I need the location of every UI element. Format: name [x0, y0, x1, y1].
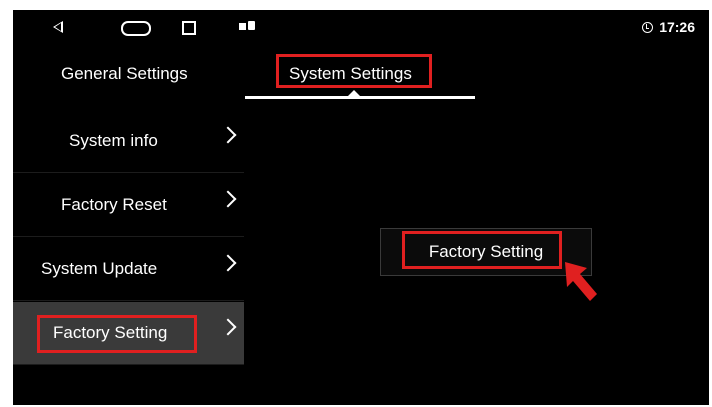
sidebar-item-factory-setting[interactable]: Factory Setting [13, 302, 244, 365]
chevron-right-icon [219, 254, 237, 272]
active-tab-notch [347, 90, 361, 97]
content-panel: Factory Setting [245, 110, 709, 405]
home-icon[interactable] [121, 21, 151, 36]
highlight-box-button [402, 231, 562, 269]
sidebar-item-factory-reset[interactable]: Factory Reset [13, 174, 244, 237]
chevron-right-icon [219, 190, 237, 208]
status-bar: 17:26 [13, 10, 709, 44]
device-screen: 17:26 General Settings System Settings S… [13, 10, 709, 405]
back-icon[interactable] [53, 21, 63, 33]
sidebar-item-label: System Update [41, 259, 158, 278]
sidebar-item-system-update[interactable]: System Update [13, 238, 244, 301]
tab-bar: General Settings System Settings [13, 44, 709, 110]
sidebar-item-label: System info [69, 131, 158, 150]
sidebar-item-label: Factory Reset [61, 195, 167, 214]
tab-general-settings[interactable]: General Settings [61, 64, 188, 84]
highlight-box-tab [276, 54, 432, 88]
alarm-icon [642, 21, 654, 33]
sidebar: System info Factory Reset System Update … [13, 110, 244, 405]
status-time: 17:26 [659, 19, 695, 35]
chevron-right-icon [219, 126, 237, 144]
highlight-box-sidebar [37, 315, 197, 353]
sidebar-item-system-info[interactable]: System info [13, 110, 244, 173]
chevron-right-icon [219, 318, 237, 336]
pointer-arrow-icon [565, 262, 597, 301]
notification-icon [239, 23, 246, 30]
clock-area: 17:26 [642, 19, 695, 35]
recent-apps-icon[interactable] [182, 21, 196, 35]
battery-notification-icon [248, 21, 255, 30]
